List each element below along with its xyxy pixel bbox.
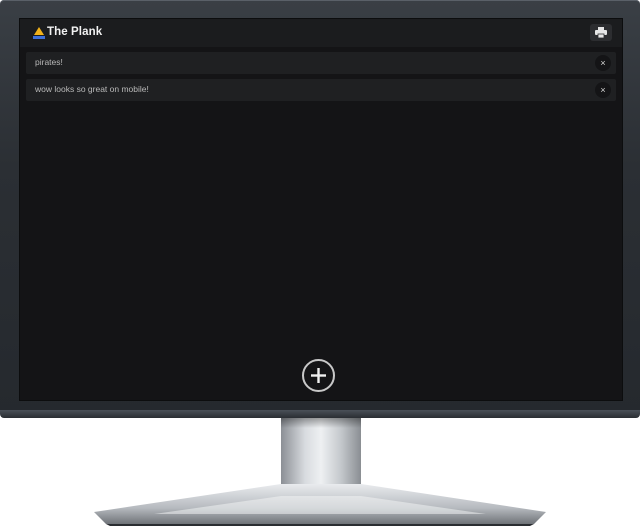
plus-icon <box>311 368 326 383</box>
add-note-button[interactable] <box>302 359 335 392</box>
note-text: pirates! <box>35 57 63 67</box>
app-header: The Plank <box>20 19 622 47</box>
delete-note-button[interactable]: × <box>595 55 611 71</box>
monitor-stand-shadow <box>281 418 361 428</box>
app-title: The Plank <box>47 26 103 38</box>
delete-note-button[interactable]: × <box>595 82 611 98</box>
monitor-stand-base <box>94 484 546 526</box>
sailboat-icon <box>33 27 45 39</box>
note-item: wow looks so great on mobile! × <box>26 79 616 101</box>
app-screen: The Plank pirates! × wow looks so great … <box>19 18 623 401</box>
note-text: wow looks so great on mobile! <box>35 84 149 94</box>
note-item: pirates! × <box>26 52 616 74</box>
print-button[interactable] <box>590 24 612 41</box>
printer-icon <box>595 27 607 38</box>
monitor-bezel-rim <box>0 410 640 418</box>
